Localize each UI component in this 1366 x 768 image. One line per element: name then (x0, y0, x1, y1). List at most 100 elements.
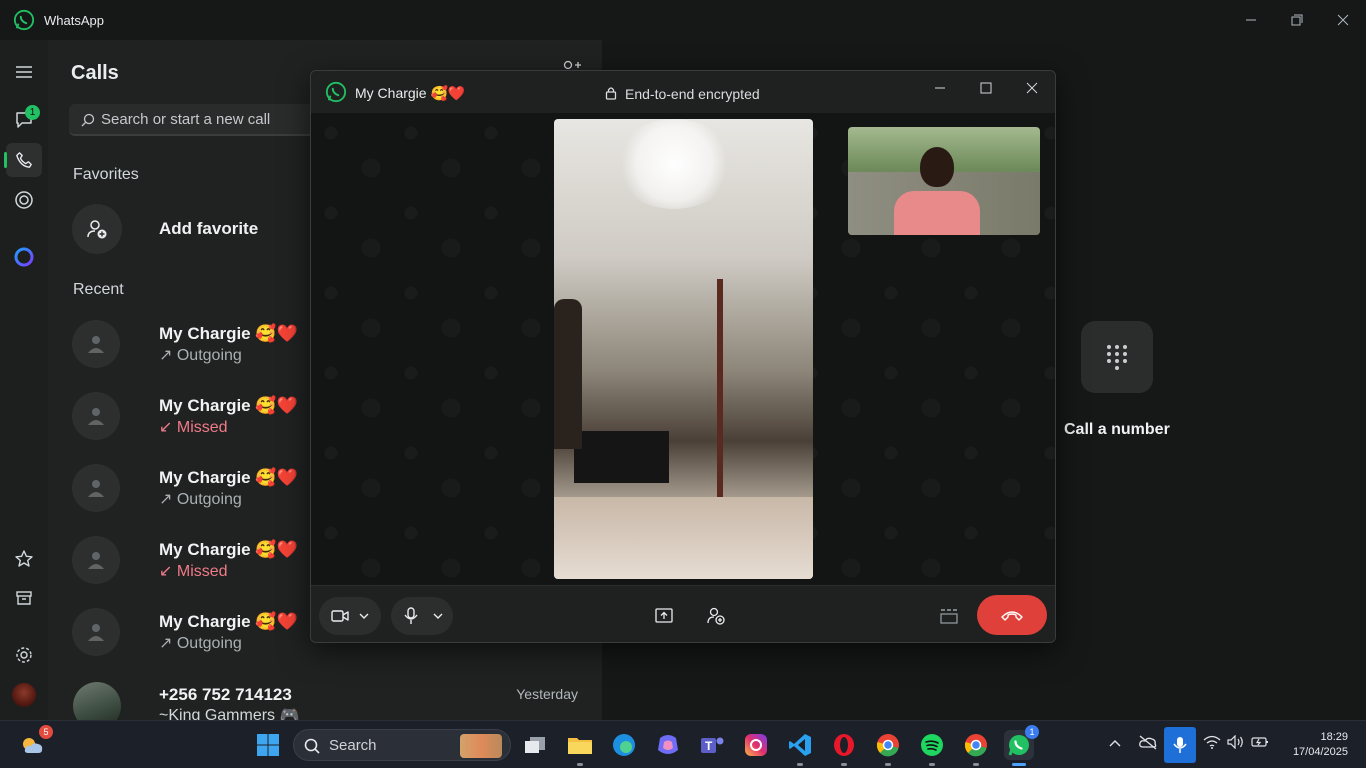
microphone-toggle[interactable] (391, 597, 453, 635)
chats-button[interactable]: 1 (6, 103, 42, 137)
lock-icon (605, 87, 617, 100)
running-indicator (841, 763, 847, 766)
folder-icon (568, 738, 592, 754)
settings-button[interactable] (6, 638, 42, 672)
self-video-preview[interactable] (848, 127, 1040, 235)
call-status-text: Missed (176, 419, 228, 436)
profile-avatar (12, 683, 36, 707)
starred-button[interactable] (6, 542, 42, 576)
copilot-app[interactable] (653, 730, 683, 760)
instagram-app[interactable] (741, 730, 771, 760)
contact-name: My Chargie 🥰❤️ (159, 396, 298, 415)
vscode-icon (789, 734, 811, 756)
phone-icon (16, 152, 32, 168)
start-button[interactable] (253, 730, 283, 760)
menu-button[interactable] (6, 55, 42, 89)
chrome-profile-app[interactable] (961, 730, 991, 766)
status-button[interactable] (6, 183, 42, 217)
call-status-text: Outgoing (176, 635, 242, 652)
edge-icon (613, 734, 635, 756)
gear-icon (16, 647, 32, 663)
restore-button[interactable] (1285, 8, 1309, 32)
weather-badge: 5 (39, 725, 53, 739)
minimize-button[interactable] (1239, 8, 1263, 32)
video-area (311, 113, 1055, 585)
contact-avatar (72, 608, 120, 656)
instagram-icon (745, 734, 767, 756)
chevron-down-icon[interactable] (359, 613, 369, 619)
title-bar: WhatsApp (0, 0, 1366, 40)
dialpad-button[interactable] (1081, 321, 1153, 393)
teams-app[interactable]: T (697, 730, 727, 760)
end-call-button[interactable] (977, 595, 1047, 635)
add-participant-button[interactable] (705, 605, 727, 627)
contact-name: My Chargie 🥰❤️ (159, 324, 298, 343)
close-button[interactable] (1331, 8, 1355, 32)
video-call-window: My Chargie 🥰❤️ End-to-end encrypted (310, 70, 1056, 643)
bed-post (717, 279, 723, 519)
show-hidden-icons-button[interactable] (1109, 735, 1121, 750)
call-contact-name: My Chargie 🥰❤️ (355, 85, 466, 101)
layout-button[interactable] (938, 605, 960, 627)
call-status-text: Outgoing (176, 347, 242, 364)
self-person (920, 147, 954, 187)
chrome-icon (964, 734, 987, 757)
outgoing-call-icon: ↗ (159, 635, 173, 652)
contact-avatar (72, 464, 120, 512)
running-indicator (929, 763, 935, 766)
minimize-icon (1246, 19, 1256, 21)
call-minimize-button[interactable] (928, 76, 952, 100)
favorites-heading: Favorites (73, 166, 139, 183)
spotify-app[interactable] (917, 730, 947, 766)
taskbar-search[interactable]: Search (293, 729, 511, 761)
whatsapp-badge: 1 (1025, 725, 1039, 739)
opera-app[interactable] (829, 730, 859, 766)
weather-widget[interactable]: 5 (18, 725, 53, 760)
vscode-app[interactable] (785, 730, 815, 766)
system-clock[interactable]: 18:29 17/04/2025 (1284, 730, 1348, 760)
camera-toggle[interactable] (319, 597, 381, 635)
chats-badge: 1 (25, 105, 40, 120)
file-explorer-app[interactable] (565, 730, 595, 766)
contact-name: My Chargie 🥰❤️ (159, 540, 298, 559)
onedrive-button[interactable] (1138, 734, 1158, 753)
whatsapp-taskbar-app[interactable]: 1 (1004, 725, 1039, 766)
bed (554, 497, 813, 579)
running-indicator (885, 763, 891, 766)
running-indicator (973, 763, 979, 766)
calls-button[interactable] (4, 143, 42, 177)
close-icon (1337, 14, 1349, 26)
video-camera-icon (331, 610, 349, 622)
archived-button[interactable] (6, 581, 42, 615)
call-maximize-button[interactable] (974, 76, 998, 100)
self-shirt (894, 191, 980, 235)
missed-call-icon: ↙ (159, 419, 173, 436)
ceiling-light (614, 119, 734, 209)
meta-ai-button[interactable] (6, 240, 42, 274)
wifi-button[interactable] (1203, 735, 1221, 752)
call-status: ↗ Outgoing (159, 489, 242, 509)
call-status: ↙ Missed (159, 417, 228, 437)
call-close-button[interactable] (1020, 76, 1044, 100)
task-view-button[interactable] (520, 730, 550, 760)
svg-text:T: T (705, 739, 713, 753)
edge-app[interactable] (609, 730, 639, 760)
volume-button[interactable] (1227, 734, 1245, 752)
profile-button[interactable] (6, 678, 42, 712)
default-avatar-icon (88, 336, 104, 353)
microphone-in-use-button[interactable] (1164, 727, 1196, 763)
chevron-down-icon[interactable] (433, 613, 443, 619)
call-status: ↗ Outgoing (159, 345, 242, 365)
battery-button[interactable] (1251, 735, 1269, 752)
call-date: Yesterday (516, 686, 578, 702)
clock-time: 18:29 (1320, 731, 1348, 743)
wifi-icon (1203, 735, 1221, 749)
add-person-icon (87, 220, 107, 239)
screen-share-button[interactable] (653, 605, 675, 627)
contact-avatar (72, 320, 120, 368)
task-view-icon (525, 737, 545, 753)
contact-name: +256 752 714123 (159, 685, 292, 704)
active-indicator (1012, 763, 1026, 766)
add-favorite-button[interactable]: Add favorite (72, 204, 332, 254)
chrome-app[interactable] (873, 730, 903, 766)
